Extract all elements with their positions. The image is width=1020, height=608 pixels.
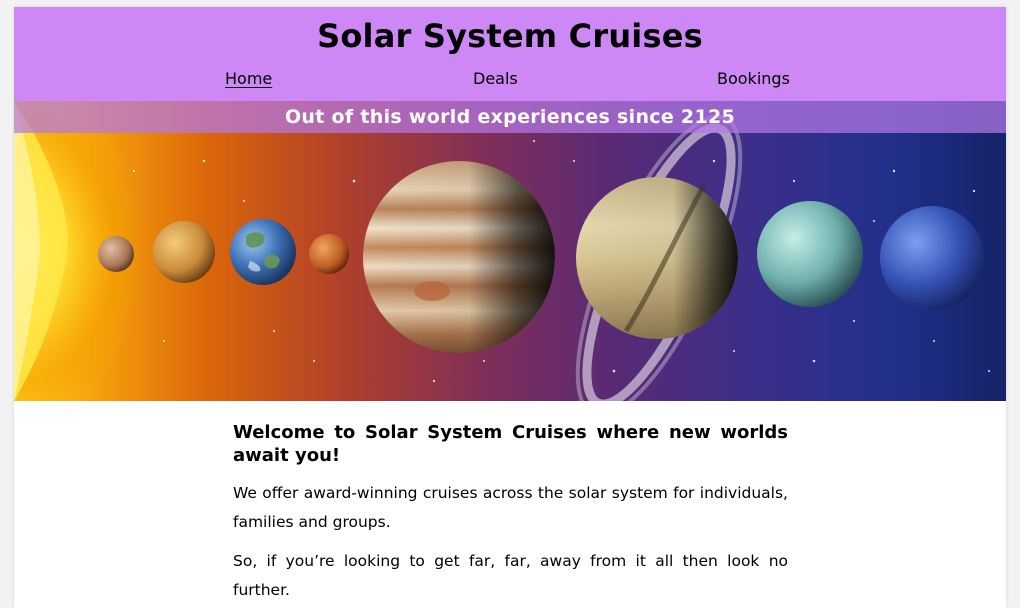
neptune-planet [880,206,984,310]
hero-tagline: Out of this world experiences since 2125 [284,106,736,128]
jupiter-planet [363,161,555,353]
hero-banner: Out of this world experiences since 2125 [14,101,1006,401]
mercury-planet [98,236,134,272]
mars-planet [309,234,349,274]
page: Solar System Cruises Home Deals Bookings [14,7,1006,608]
main-content: Welcome to Solar System Cruises where ne… [233,421,788,608]
nav-link-bookings[interactable]: Bookings [717,69,790,88]
earth-planet [230,219,296,285]
site-title: Solar System Cruises [317,17,703,55]
call-to-action-paragraph: So, if you’re looking to get far, far, a… [233,552,788,599]
uranus-planet [757,201,863,307]
tagline-band: Out of this world experiences since 2125 [14,101,1006,133]
intro-paragraph: We offer award-winning cruises across th… [233,484,788,531]
solar-system-image [14,101,1006,401]
venus-planet [153,221,215,283]
nav-link-home[interactable]: Home [225,69,272,88]
site-header: Solar System Cruises Home Deals Bookings [14,7,1006,101]
nav-link-deals[interactable]: Deals [473,69,518,88]
welcome-heading: Welcome to Solar System Cruises where ne… [233,422,788,466]
main-nav: Home Deals Bookings [14,69,1006,93]
